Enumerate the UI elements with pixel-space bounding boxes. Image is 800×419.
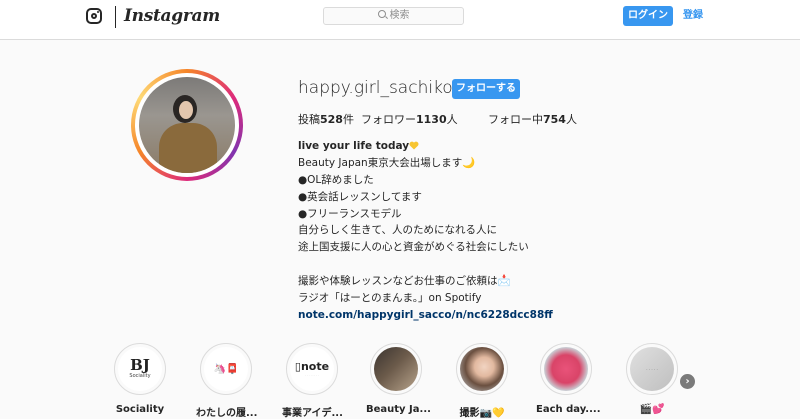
- highlight-item[interactable]: 🦄 📮 わたしの履...: [196, 343, 258, 419]
- bio-line: 途上国支援に人の心と資金がめぐる社会にしたい: [298, 241, 529, 254]
- instagram-wordmark[interactable]: Instagram: [124, 6, 220, 26]
- search-icon: [377, 10, 386, 18]
- highlight-item[interactable]: Beauty Ja...: [366, 343, 431, 415]
- mailbox-icon: 📮: [226, 363, 239, 375]
- avatar-frame: [135, 73, 239, 177]
- signup-link[interactable]: 登録: [683, 7, 703, 25]
- stat-following[interactable]: フォロー中754人: [488, 111, 577, 127]
- bio-line: 自分らしく生きて、人のためになれる人に: [298, 224, 497, 237]
- highlight-cover: 🦄 📮: [200, 343, 252, 395]
- top-nav-bar: Instagram 検索 ログイン 登録: [0, 0, 800, 40]
- highlight-cover: BJ Sociality: [114, 343, 166, 395]
- bio-line: [298, 256, 553, 273]
- stat-posts: 投稿528件: [298, 113, 354, 126]
- highlight-label: わたしの履...: [196, 408, 258, 419]
- yellow-heart-icon: [409, 141, 419, 149]
- highlight-label: Each day....: [536, 404, 601, 415]
- avatar: [139, 77, 235, 173]
- stat-followers[interactable]: フォロワー1130人: [361, 111, 458, 127]
- search-input[interactable]: 検索: [323, 7, 464, 25]
- bio-line: ●フリーランスモデル: [298, 207, 402, 220]
- highlight-label: Beauty Ja...: [366, 404, 431, 415]
- bio-name: live your life today: [298, 140, 410, 152]
- instagram-camera-icon[interactable]: [86, 8, 102, 24]
- highlight-cover: ▯note · · · · · · · ·: [286, 343, 338, 395]
- highlight-item[interactable]: 撮影📷💛: [452, 343, 512, 419]
- highlight-item[interactable]: BJ Sociality Sociality: [110, 343, 170, 415]
- login-button[interactable]: ログイン: [623, 6, 673, 26]
- bio-line: ラジオ「はーとのまんま。」on Spotify: [298, 292, 482, 305]
- bio-line: Beauty Japan東京大会出場します🌙: [298, 156, 476, 169]
- profile-username: happy.girl_sachiko: [298, 78, 453, 98]
- highlight-label: Sociality: [115, 404, 165, 415]
- bio-external-link[interactable]: note.com/happygirl_sacco/n/nc6228dcc88ff: [298, 309, 553, 321]
- highlight-item[interactable]: Each day....: [536, 343, 601, 415]
- profile-bio: live your life today Beauty Japan東京大会出場し…: [298, 138, 553, 324]
- highlight-cover: [370, 343, 422, 395]
- highlight-label: 🎬💕: [639, 404, 665, 415]
- bio-line: ●OL辞めました: [298, 173, 374, 186]
- follow-button[interactable]: フォローする: [452, 79, 520, 99]
- search-placeholder: 検索: [389, 10, 410, 21]
- bio-line: ●英会話レッスンしてます: [298, 190, 422, 203]
- logo-divider: [115, 6, 116, 28]
- chevron-right-icon[interactable]: ›: [680, 374, 695, 389]
- profile-avatar-story-ring[interactable]: [131, 69, 243, 181]
- highlight-cover: [456, 343, 508, 395]
- highlight-label: 事業アイデ...: [282, 408, 343, 419]
- highlight-item[interactable]: · · · · · 🎬💕: [622, 343, 682, 415]
- unicorn-icon: 🦄: [213, 363, 226, 375]
- highlight-cover: [540, 343, 592, 395]
- highlight-label: 撮影📷💛: [459, 408, 505, 419]
- bio-line: 撮影や体験レッスンなどお仕事のご依頼は📩: [298, 275, 511, 288]
- highlight-cover: · · · · ·: [626, 343, 678, 395]
- highlight-item[interactable]: ▯note · · · · · · · · 事業アイデ...: [282, 343, 343, 419]
